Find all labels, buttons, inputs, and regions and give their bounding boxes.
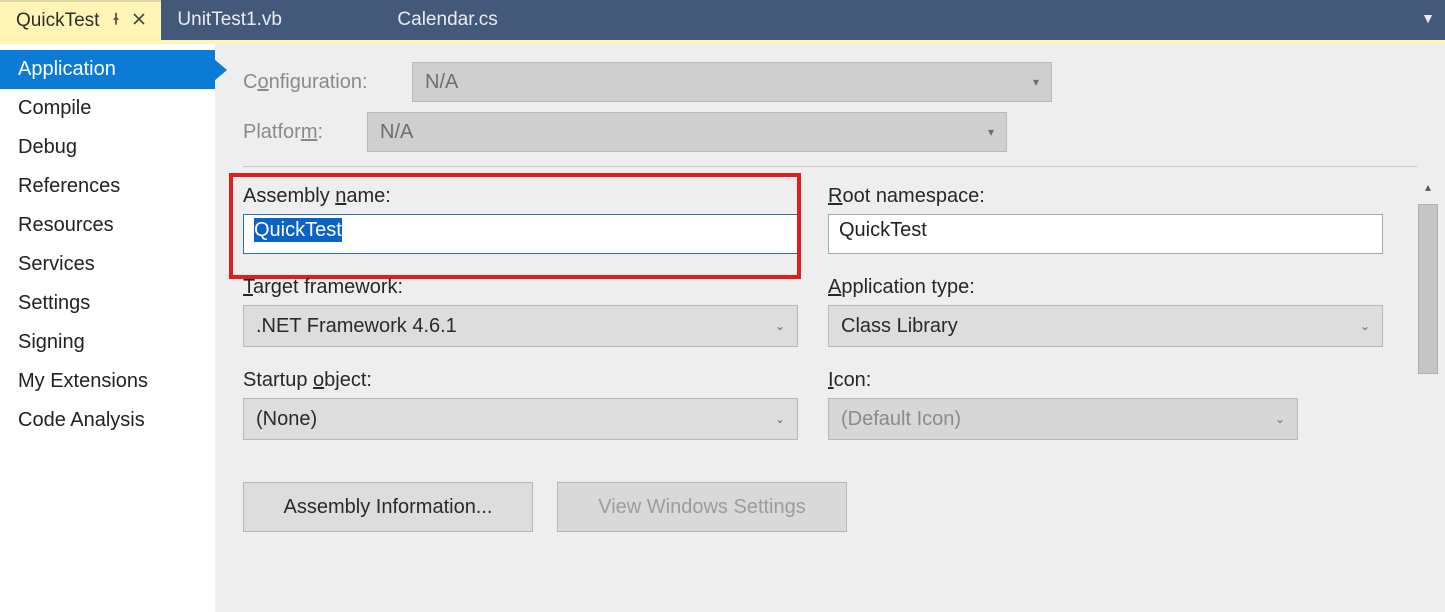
sidebar-item-application[interactable]: Application (0, 50, 215, 89)
button-label: Assembly Information... (284, 496, 493, 519)
close-icon[interactable] (133, 12, 145, 30)
tab-overflow-dropdown[interactable]: ▼ (1421, 10, 1435, 26)
application-panel: Configuration: N/A ▾ Platform: N/A ▾ Ass… (215, 44, 1445, 612)
chevron-down-icon: ⌄ (775, 319, 785, 333)
tab-label: Calendar.cs (397, 9, 497, 31)
target-framework-label: Target framework: (243, 276, 798, 299)
sidebar-item-label: Settings (18, 292, 90, 314)
assembly-information-button[interactable]: Assembly Information... (243, 482, 533, 532)
sidebar-item-label: References (18, 175, 120, 197)
icon-select[interactable]: (Default Icon) ⌄ (828, 398, 1298, 440)
sidebar-item-code-analysis[interactable]: Code Analysis (0, 401, 215, 440)
sidebar-item-label: Services (18, 253, 95, 275)
assembly-name-input[interactable]: QuickTest (243, 214, 798, 254)
document-tabbar: QuickTest UnitTest1.vb Calendar.cs ▼ (0, 0, 1445, 40)
target-framework-value: .NET Framework 4.6.1 (256, 315, 457, 338)
tab-unittest1[interactable]: UnitTest1.vb (161, 0, 381, 40)
chevron-down-icon: ⌄ (775, 412, 785, 426)
tab-quicktest[interactable]: QuickTest (0, 0, 161, 40)
chevron-down-icon: ▾ (1033, 75, 1039, 89)
tab-label: UnitTest1.vb (177, 9, 282, 31)
sidebar-item-label: Compile (18, 97, 91, 119)
root-namespace-value: QuickTest (839, 219, 927, 241)
view-windows-settings-button: View Windows Settings (557, 482, 847, 532)
target-framework-select[interactable]: .NET Framework 4.6.1 ⌄ (243, 305, 798, 347)
properties-sidebar: Application Compile Debug References Res… (0, 44, 215, 612)
vertical-scrollbar[interactable]: ▴ (1415, 174, 1441, 604)
chevron-down-icon: ▾ (988, 125, 994, 139)
icon-value: (Default Icon) (841, 408, 961, 431)
sidebar-item-label: Code Analysis (18, 409, 145, 431)
configuration-value: N/A (425, 71, 458, 94)
sidebar-item-my-extensions[interactable]: My Extensions (0, 362, 215, 401)
scroll-up-arrow-icon[interactable]: ▴ (1415, 174, 1441, 200)
icon-label: Icon: (828, 369, 1298, 392)
sidebar-item-compile[interactable]: Compile (0, 89, 215, 128)
sidebar-item-label: Application (18, 58, 116, 80)
startup-object-select[interactable]: (None) ⌄ (243, 398, 798, 440)
sidebar-item-label: Signing (18, 331, 85, 353)
sidebar-item-label: My Extensions (18, 370, 148, 392)
application-type-label: Application type: (828, 276, 1383, 299)
application-type-value: Class Library (841, 315, 958, 338)
pin-icon[interactable] (109, 12, 123, 31)
tab-label: QuickTest (16, 10, 99, 32)
sidebar-item-label: Debug (18, 136, 77, 158)
platform-value: N/A (380, 121, 413, 144)
sidebar-item-settings[interactable]: Settings (0, 284, 215, 323)
chevron-down-icon: ⌄ (1360, 319, 1370, 333)
divider (243, 166, 1417, 167)
platform-label: Platform: (243, 121, 353, 144)
root-namespace-label: Root namespace: (828, 185, 1383, 208)
configuration-select[interactable]: N/A ▾ (412, 62, 1052, 102)
root-namespace-input[interactable]: QuickTest (828, 214, 1383, 254)
sidebar-item-label: Resources (18, 214, 114, 236)
button-label: View Windows Settings (598, 496, 806, 519)
tab-calendar[interactable]: Calendar.cs (381, 0, 591, 40)
platform-select[interactable]: N/A ▾ (367, 112, 1007, 152)
sidebar-item-references[interactable]: References (0, 167, 215, 206)
sidebar-item-signing[interactable]: Signing (0, 323, 215, 362)
startup-object-value: (None) (256, 408, 317, 431)
startup-object-label: Startup object: (243, 369, 798, 392)
configuration-label: Configuration: (243, 71, 398, 94)
sidebar-item-services[interactable]: Services (0, 245, 215, 284)
application-type-select[interactable]: Class Library ⌄ (828, 305, 1383, 347)
sidebar-item-debug[interactable]: Debug (0, 128, 215, 167)
sidebar-item-resources[interactable]: Resources (0, 206, 215, 245)
chevron-down-icon: ⌄ (1275, 412, 1285, 426)
assembly-name-label: Assembly name: (243, 185, 798, 208)
assembly-name-value: QuickTest (254, 218, 342, 242)
scroll-thumb[interactable] (1418, 204, 1438, 374)
